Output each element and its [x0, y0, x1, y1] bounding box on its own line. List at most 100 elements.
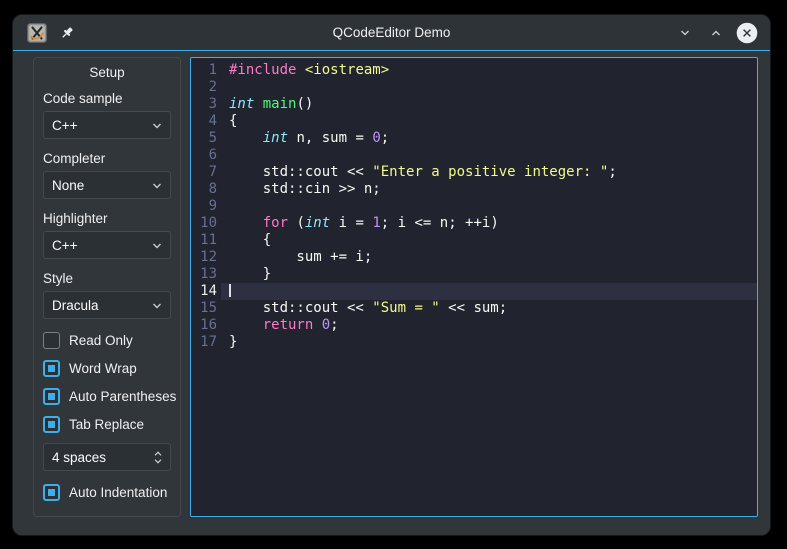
- code-line-7[interactable]: 7 std::cout << "Enter a positive integer…: [191, 164, 757, 181]
- code-token: "Enter a positive integer: ": [372, 164, 608, 180]
- close-button[interactable]: [736, 22, 758, 44]
- titlebar-right: [674, 22, 770, 44]
- maximize-button[interactable]: [705, 22, 727, 44]
- code-token: main: [263, 96, 297, 112]
- code-line-11[interactable]: 11 {: [191, 232, 757, 249]
- chevron-down-icon: [152, 302, 162, 309]
- checkbox-unchecked-icon: [43, 332, 60, 349]
- code-sample-combobox[interactable]: C++: [43, 111, 171, 139]
- code-line-6[interactable]: 6: [191, 147, 757, 164]
- code-lines: 1#include <iostream>23int main()4{5 int …: [191, 58, 757, 351]
- highlighter-label: Highlighter: [43, 211, 171, 226]
- highlighter-value: C++: [44, 238, 152, 253]
- line-text: sum += i;: [221, 249, 757, 266]
- checkbox-checked-icon: [43, 484, 60, 501]
- style-value: Dracula: [44, 298, 152, 313]
- tab-replace-label: Tab Replace: [69, 417, 144, 432]
- code-line-17[interactable]: 17}: [191, 334, 757, 351]
- read-only-checkbox[interactable]: Read Only: [43, 331, 171, 349]
- completer-combobox[interactable]: None: [43, 171, 171, 199]
- app-icon: [27, 23, 47, 43]
- line-number: 15: [191, 300, 221, 317]
- auto-indentation-checkbox[interactable]: Auto Indentation: [43, 483, 171, 501]
- titlebar-left: [13, 23, 75, 43]
- chevron-down-icon: [152, 182, 162, 189]
- word-wrap-checkbox[interactable]: Word Wrap: [43, 359, 171, 377]
- line-number: 13: [191, 266, 221, 283]
- code-line-8[interactable]: 8 std::cin >> n;: [191, 181, 757, 198]
- line-text: std::cout << "Enter a positive integer: …: [221, 164, 757, 181]
- code-line-14[interactable]: 14: [191, 283, 757, 300]
- code-line-15[interactable]: 15 std::cout << "Sum = " << sum;: [191, 300, 757, 317]
- code-token: ; i <= n; ++i): [381, 215, 499, 231]
- read-only-label: Read Only: [69, 333, 133, 348]
- code-line-4[interactable]: 4{: [191, 113, 757, 130]
- code-line-12[interactable]: 12 sum += i;: [191, 249, 757, 266]
- tab-replace-checkbox[interactable]: Tab Replace: [43, 415, 171, 433]
- code-line-13[interactable]: 13 }: [191, 266, 757, 283]
- line-text: {: [221, 113, 757, 130]
- line-number: 11: [191, 232, 221, 249]
- code-line-9[interactable]: 9: [191, 198, 757, 215]
- code-line-1[interactable]: 1#include <iostream>: [191, 62, 757, 79]
- code-editor[interactable]: 1#include <iostream>23int main()4{5 int …: [190, 57, 758, 517]
- code-line-10[interactable]: 10 for (int i = 1; i <= n; ++i): [191, 215, 757, 232]
- line-number: 3: [191, 96, 221, 113]
- checkbox-mark: [48, 489, 55, 496]
- line-number: 9: [191, 198, 221, 215]
- code-token: }: [229, 266, 271, 282]
- code-token: [313, 317, 321, 333]
- code-line-3[interactable]: 3 int main(): [191, 96, 757, 113]
- chevron-down-icon[interactable]: [153, 458, 163, 464]
- code-token: int: [229, 96, 254, 112]
- code-token: std::cin >> n;: [229, 181, 381, 197]
- code-token: std::cout <<: [229, 164, 372, 180]
- line-number: 6: [191, 147, 221, 164]
- code-token: << sum;: [440, 300, 507, 316]
- code-token: std::cout <<: [229, 300, 372, 316]
- checkbox-mark: [48, 365, 55, 372]
- line-number: 12: [191, 249, 221, 266]
- minimize-button[interactable]: [674, 22, 696, 44]
- code-token: (): [296, 96, 313, 112]
- completer-label: Completer: [43, 151, 171, 166]
- line-text: int n, sum = 0;: [221, 130, 757, 147]
- word-wrap-label: Word Wrap: [69, 361, 137, 376]
- code-token: (: [288, 215, 305, 231]
- chevron-up-icon[interactable]: [153, 451, 163, 457]
- app-window: QCodeEditor Demo: [12, 14, 771, 536]
- line-text: std::cout << "Sum = " << sum;: [221, 300, 757, 317]
- setup-controls: Code sampleC++CompleterNoneHighlighterC+…: [43, 91, 171, 501]
- code-token: [229, 317, 263, 333]
- code-line-2[interactable]: 2: [191, 79, 757, 96]
- auto-parentheses-checkbox[interactable]: Auto Parentheses: [43, 387, 171, 405]
- code-token: i =: [330, 215, 372, 231]
- setup-groupbox: Setup Code sampleC++CompleterNoneHighlig…: [33, 57, 181, 517]
- line-number: 5: [191, 130, 221, 147]
- code-line-16[interactable]: 16 return 0;: [191, 317, 757, 334]
- line-number: 17: [191, 334, 221, 351]
- line-text: }: [221, 334, 757, 351]
- code-token: [254, 96, 262, 112]
- pin-icon[interactable]: [59, 25, 75, 41]
- tab-size-value: 4 spaces: [44, 450, 153, 465]
- line-text: std::cin >> n;: [221, 181, 757, 198]
- line-text: [221, 147, 757, 164]
- code-line-5[interactable]: 5 int n, sum = 0;: [191, 130, 757, 147]
- code-token: <iostream>: [305, 62, 389, 78]
- tab-size-spin-buttons: [153, 451, 163, 464]
- line-number: 10: [191, 215, 221, 232]
- chevron-down-icon: [678, 26, 692, 40]
- highlighter-combobox[interactable]: C++: [43, 231, 171, 259]
- setup-group-title: Setup: [43, 65, 171, 80]
- style-combobox[interactable]: Dracula: [43, 291, 171, 319]
- line-text: #include <iostream>: [221, 62, 757, 79]
- code-token: ;: [330, 317, 338, 333]
- titlebar[interactable]: QCodeEditor Demo: [13, 15, 770, 51]
- code-token: 1: [372, 215, 380, 231]
- code-token: int: [263, 130, 288, 146]
- line-number: 8: [191, 181, 221, 198]
- auto-indentation-label: Auto Indentation: [69, 485, 167, 500]
- code-token: ;: [608, 164, 616, 180]
- tab-size-spinbox[interactable]: 4 spaces: [43, 443, 171, 471]
